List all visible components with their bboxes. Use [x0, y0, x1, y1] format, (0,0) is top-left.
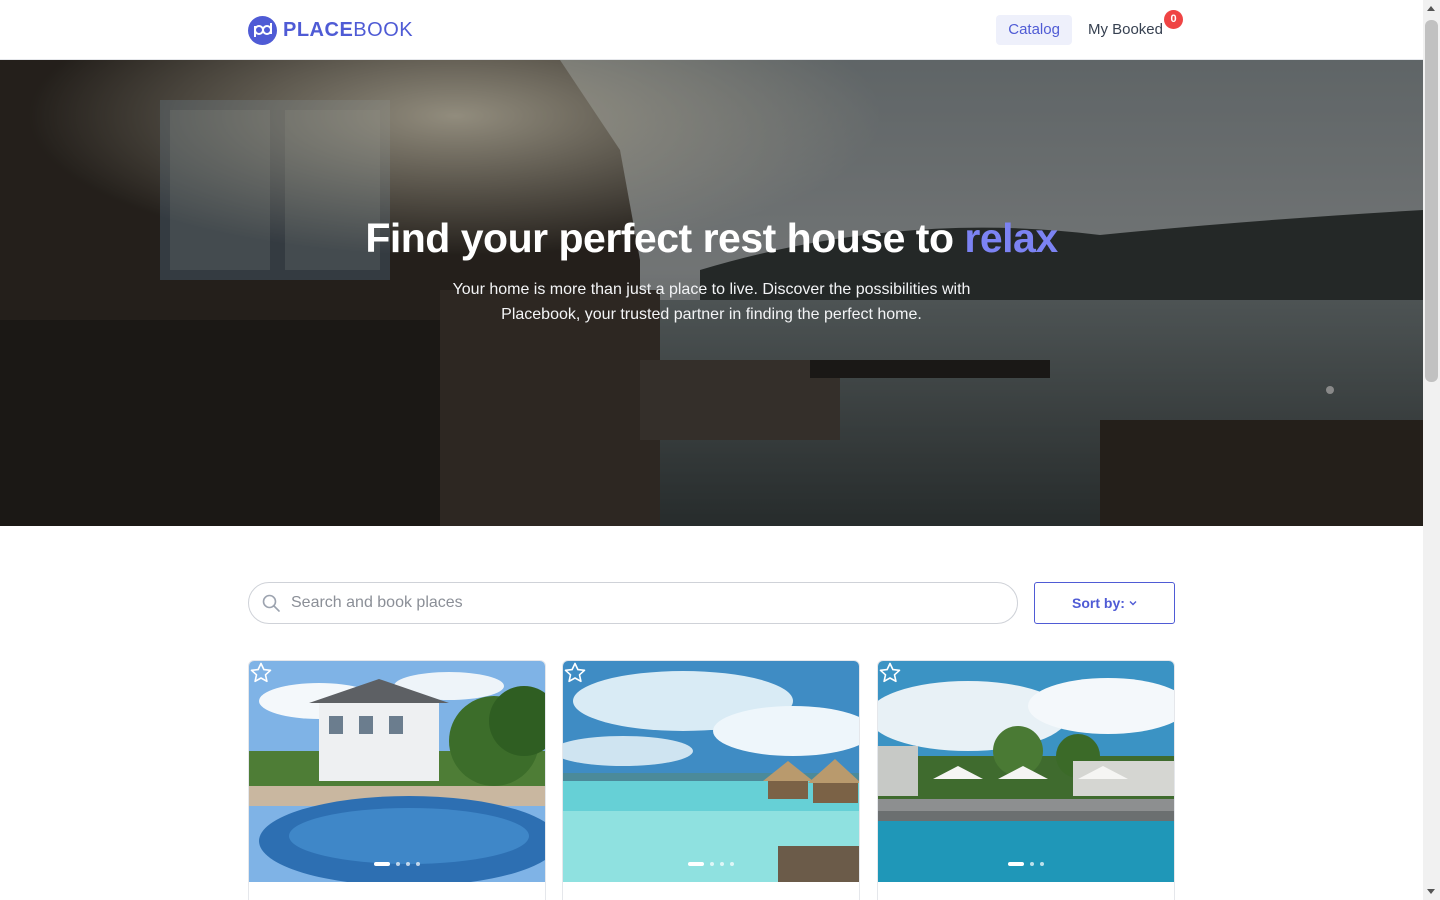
hero-title: Find your perfect rest house to relax	[0, 215, 1423, 262]
scroll-up-arrow-icon[interactable]	[1427, 6, 1435, 11]
place-card-image[interactable]	[878, 661, 1174, 882]
logo-icon	[248, 15, 277, 45]
sort-button[interactable]: Sort by:	[1034, 582, 1175, 624]
carousel-dot[interactable]	[720, 862, 724, 866]
brand-name-bold: PLACE	[283, 19, 354, 41]
search-bar[interactable]	[248, 582, 1018, 624]
nav-catalog-link[interactable]: Catalog	[996, 15, 1072, 45]
hero-title-accent: relax	[964, 215, 1058, 261]
scroll-down-arrow-icon[interactable]	[1427, 889, 1435, 894]
place-card[interactable]	[877, 660, 1175, 900]
place-card-image[interactable]	[249, 661, 545, 882]
search-input[interactable]	[291, 594, 991, 612]
sort-button-label: Sort by:	[1072, 595, 1125, 611]
place-card[interactable]	[248, 660, 546, 900]
carousel-dot[interactable]	[406, 862, 410, 866]
house-pool-photo	[249, 661, 545, 882]
place-card[interactable]	[562, 660, 860, 900]
brand-name-light: BOOK	[353, 19, 414, 41]
chevron-down-icon	[1129, 601, 1137, 606]
carousel-dot[interactable]	[396, 862, 400, 866]
hero-banner: Find your perfect rest house to relax Yo…	[0, 60, 1423, 526]
page-scrollbar[interactable]	[1423, 0, 1440, 900]
nav-my-booked-link[interactable]: My Booked 0	[1087, 10, 1183, 45]
booked-count-badge: 0	[1164, 10, 1183, 29]
favorite-star-icon[interactable]	[878, 661, 902, 685]
main-nav: Catalog My Booked 0	[996, 10, 1183, 45]
nav-my-booked-label: My Booked	[1087, 21, 1163, 38]
brand-logo[interactable]: PLACEBOOK	[248, 15, 413, 45]
top-navbar: PLACEBOOK Catalog My Booked 0	[0, 0, 1423, 60]
search-icon	[262, 594, 280, 612]
scrollbar-thumb[interactable]	[1425, 20, 1438, 382]
resort-pool-photo	[878, 661, 1174, 882]
hero-subtitle: Your home is more than just a place to l…	[452, 281, 971, 323]
hero-title-main: Find your perfect rest house to	[365, 215, 965, 261]
brand-name: PLACEBOOK	[283, 15, 413, 45]
carousel-dot[interactable]	[374, 862, 390, 866]
tropical-bungalows-photo	[563, 661, 859, 882]
carousel-dot[interactable]	[1040, 862, 1044, 866]
place-card-image[interactable]	[563, 661, 859, 882]
carousel-dot[interactable]	[730, 862, 734, 866]
carousel-indicators	[374, 862, 420, 866]
carousel-dot[interactable]	[1008, 862, 1024, 866]
carousel-indicators	[1008, 862, 1044, 866]
carousel-indicators	[688, 862, 734, 866]
carousel-dot[interactable]	[1030, 862, 1034, 866]
carousel-dot[interactable]	[710, 862, 714, 866]
carousel-dot[interactable]	[416, 862, 420, 866]
favorite-star-icon[interactable]	[249, 661, 273, 685]
carousel-dot[interactable]	[688, 862, 704, 866]
favorite-star-icon[interactable]	[563, 661, 587, 685]
